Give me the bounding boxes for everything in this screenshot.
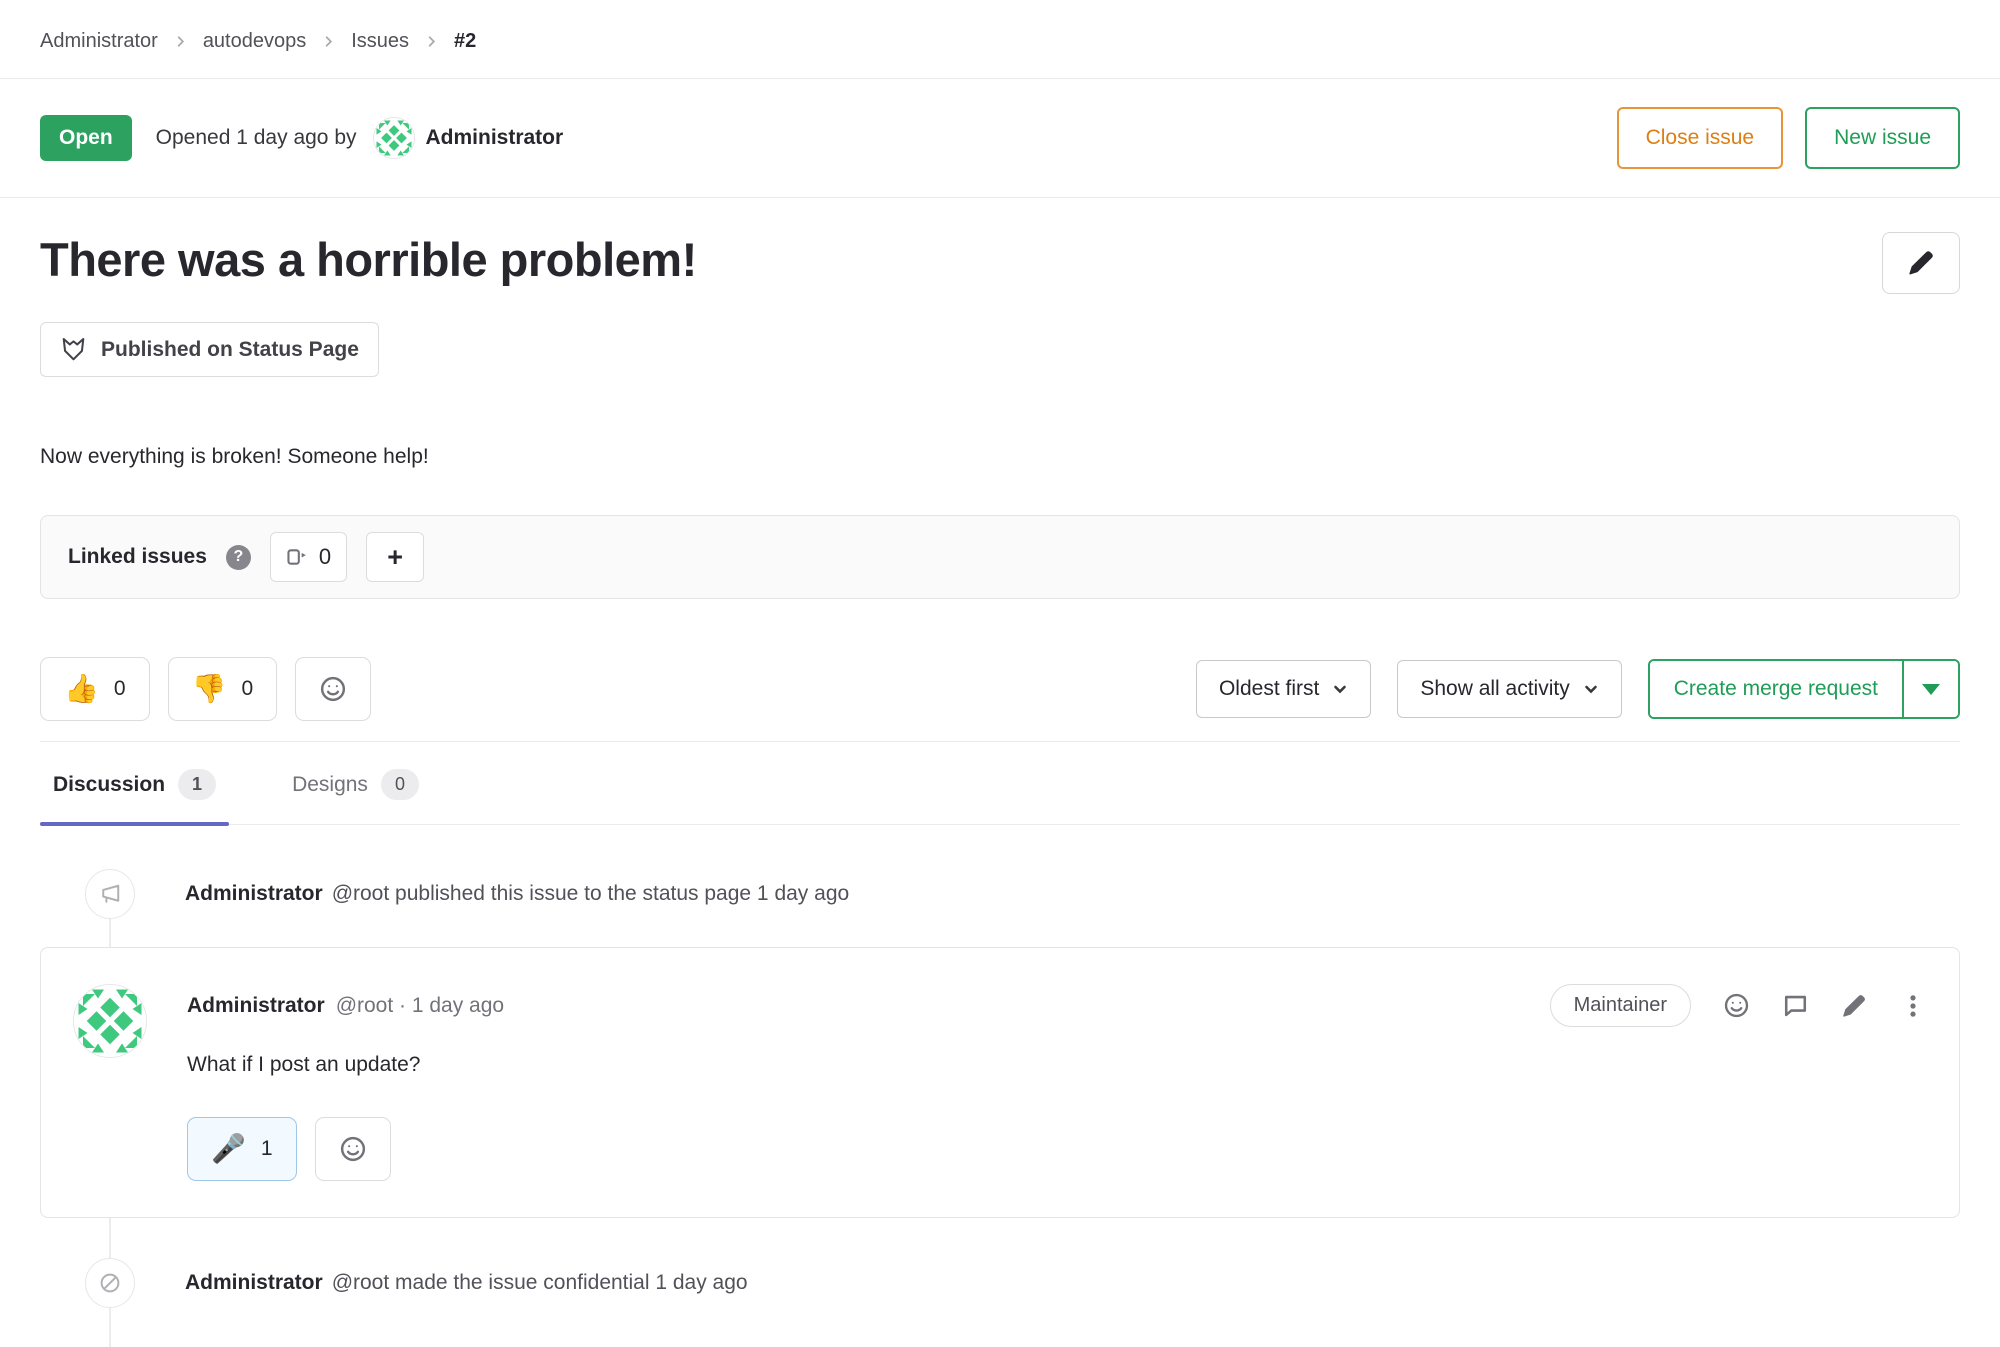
breadcrumb-current-issue-number: #2 bbox=[454, 30, 476, 53]
comment-actions: Maintainer bbox=[1550, 984, 1927, 1027]
breadcrumb-item-administrator[interactable]: Administrator bbox=[40, 30, 158, 53]
smiley-icon bbox=[1723, 992, 1750, 1019]
linked-issues-count: 0 bbox=[319, 544, 331, 570]
status-page-badge-label: Published on Status Page bbox=[101, 338, 359, 362]
new-issue-button[interactable]: New issue bbox=[1805, 107, 1960, 169]
add-reaction-button[interactable] bbox=[295, 657, 371, 721]
system-note-text: @root published this issue to the status… bbox=[332, 882, 849, 905]
create-merge-request-button[interactable]: Create merge request bbox=[1650, 661, 1904, 717]
sort-dropdown[interactable]: Oldest first bbox=[1196, 660, 1371, 718]
microphone-award-count: 1 bbox=[261, 1137, 273, 1161]
comment-edit-button[interactable] bbox=[1840, 992, 1868, 1020]
issue-status-bar: Open Opened 1 day ago by Administrator C… bbox=[0, 79, 2000, 198]
system-note-text: @root made the issue confidential 1 day … bbox=[332, 1271, 748, 1294]
comment-meta: @root · 1 day ago bbox=[336, 994, 504, 1018]
system-note-author[interactable]: Administrator bbox=[185, 1271, 323, 1294]
caret-down-icon bbox=[1922, 684, 1940, 695]
discussion-toolbar: Oldest first Show all activity Create me… bbox=[1196, 659, 1960, 719]
activity-filter-label: Show all activity bbox=[1420, 677, 1569, 701]
activity-filter-dropdown[interactable]: Show all activity bbox=[1397, 660, 1621, 718]
kebab-menu-icon bbox=[1900, 993, 1926, 1019]
system-note-author[interactable]: Administrator bbox=[185, 882, 323, 905]
comment-add-reaction-button[interactable] bbox=[1722, 992, 1750, 1020]
tab-discussion-count: 1 bbox=[178, 769, 216, 800]
thumbs-down-count: 0 bbox=[241, 677, 253, 701]
create-merge-request-dropdown-toggle[interactable] bbox=[1904, 661, 1958, 717]
megaphone-icon bbox=[85, 869, 135, 919]
author-avatar[interactable] bbox=[373, 117, 415, 159]
thumbs-up-award-button[interactable]: 👍 0 bbox=[40, 657, 150, 721]
chevron-right-icon bbox=[173, 34, 188, 49]
pencil-icon bbox=[1907, 249, 1935, 277]
system-note-published: Administrator @root published this issue … bbox=[40, 869, 1960, 919]
thumbs-up-icon: 👍 bbox=[64, 675, 99, 703]
breadcrumb-item-autodevops[interactable]: autodevops bbox=[203, 30, 306, 53]
comment-card: Administrator @root · 1 day ago Maintain… bbox=[40, 947, 1960, 1218]
thumbs-up-count: 0 bbox=[114, 677, 126, 701]
create-merge-request-split-button: Create merge request bbox=[1648, 659, 1960, 719]
system-note-confidential: Administrator @root made the issue confid… bbox=[40, 1258, 1960, 1308]
add-linked-issue-button[interactable]: + bbox=[366, 532, 424, 582]
thumbs-down-icon: 👎 bbox=[192, 675, 227, 703]
discussion-timeline: Administrator @root published this issue … bbox=[40, 869, 1960, 1347]
breadcrumb: Administrator autodevops Issues #2 bbox=[0, 0, 2000, 78]
microphone-award-button[interactable]: 🎤 1 bbox=[187, 1117, 297, 1181]
tab-discussion[interactable]: Discussion 1 bbox=[40, 742, 229, 824]
tanuki-icon bbox=[60, 336, 87, 363]
issue-title: There was a horrible problem! bbox=[40, 232, 697, 288]
author-name[interactable]: Administrator bbox=[426, 126, 564, 150]
discussion-tabs: Discussion 1 Designs 0 bbox=[40, 742, 1960, 825]
issue-description: Now everything is broken! Someone help! bbox=[40, 445, 1960, 469]
sort-dropdown-label: Oldest first bbox=[1219, 677, 1319, 701]
comment-more-actions-button[interactable] bbox=[1899, 992, 1927, 1020]
awards-toolbar-row: 👍 0 👎 0 Oldest first Show all activity bbox=[40, 657, 1960, 721]
comment-bubble-icon bbox=[1782, 992, 1809, 1019]
breadcrumb-bar: Administrator autodevops Issues #2 bbox=[0, 0, 2000, 79]
comment-author[interactable]: Administrator bbox=[187, 994, 325, 1018]
smiley-icon bbox=[319, 675, 347, 703]
comment-avatar[interactable] bbox=[73, 984, 147, 1058]
chevron-right-icon bbox=[424, 34, 439, 49]
help-icon[interactable]: ? bbox=[226, 545, 251, 570]
title-row: There was a horrible problem! bbox=[40, 232, 1960, 294]
chevron-down-icon bbox=[1583, 681, 1599, 697]
tab-discussion-label: Discussion bbox=[53, 773, 165, 797]
linked-issues-panel: Linked issues ? 0 + bbox=[40, 515, 1960, 599]
opened-text: Opened 1 day ago by bbox=[156, 126, 357, 150]
close-issue-button[interactable]: Close issue bbox=[1617, 107, 1784, 169]
comment-body: What if I post an update? bbox=[187, 1053, 1927, 1077]
linked-issues-title: Linked issues bbox=[68, 545, 207, 569]
issue-type-icon bbox=[286, 547, 308, 567]
pencil-icon bbox=[1841, 993, 1867, 1019]
comment-add-award-button[interactable] bbox=[315, 1117, 391, 1181]
breadcrumb-item-issues[interactable]: Issues bbox=[351, 30, 409, 53]
eye-slash-icon bbox=[85, 1258, 135, 1308]
comment-header: Administrator @root · 1 day ago Maintain… bbox=[187, 984, 1927, 1027]
edit-title-button[interactable] bbox=[1882, 232, 1960, 294]
issue-page: Administrator autodevops Issues #2 Open … bbox=[0, 0, 2000, 1347]
comment-main: Administrator @root · 1 day ago Maintain… bbox=[187, 984, 1927, 1181]
chevron-down-icon bbox=[1332, 681, 1348, 697]
tab-designs-count: 0 bbox=[381, 769, 419, 800]
microphone-icon: 🎤 bbox=[211, 1135, 246, 1163]
tab-designs-label: Designs bbox=[292, 773, 368, 797]
linked-issues-count-chip: 0 bbox=[270, 532, 347, 582]
smiley-icon bbox=[339, 1135, 367, 1163]
tab-designs[interactable]: Designs 0 bbox=[279, 742, 432, 824]
thumbs-down-award-button[interactable]: 👎 0 bbox=[168, 657, 278, 721]
role-badge: Maintainer bbox=[1550, 984, 1691, 1027]
chevron-right-icon bbox=[321, 34, 336, 49]
comment-reply-button[interactable] bbox=[1781, 992, 1809, 1020]
status-badge: Open bbox=[40, 115, 132, 161]
status-page-badge: Published on Status Page bbox=[40, 322, 379, 377]
comment-awards: 🎤 1 bbox=[187, 1117, 1927, 1181]
